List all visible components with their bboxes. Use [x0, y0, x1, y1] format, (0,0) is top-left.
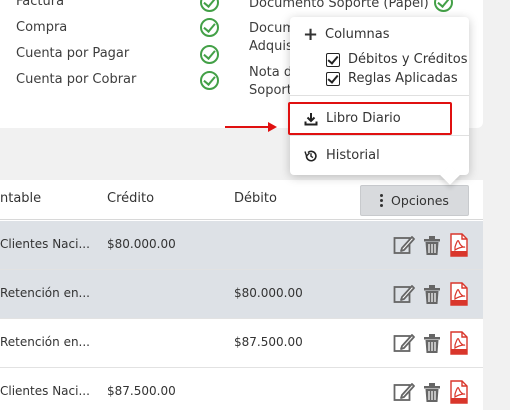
- doc-label-documento-soporte: Documento Soporte (Papel): [249, 0, 429, 11]
- checkbox-checked-icon[interactable]: [326, 52, 340, 67]
- doc-label-nota-soporte-line2: Soport: [249, 83, 291, 98]
- header-debit: Débito: [234, 191, 277, 206]
- table-header: ntable Crédito Débito Opciones: [0, 180, 483, 220]
- options-button[interactable]: Opciones: [360, 185, 469, 216]
- cell-account: Retención en...: [0, 286, 90, 300]
- pdf-file-icon[interactable]: [448, 331, 470, 355]
- doc-label-compra: Compra: [16, 20, 68, 35]
- trash-icon[interactable]: [421, 282, 443, 306]
- cell-debit: $80.000.00: [234, 286, 303, 300]
- menu-columns-header[interactable]: + Columnas: [303, 23, 390, 45]
- check-circle-icon[interactable]: [200, 45, 219, 64]
- header-credit: Crédito: [107, 191, 155, 206]
- check-circle-icon[interactable]: [200, 18, 219, 37]
- table-row: Retención en... $80.000.00: [0, 270, 483, 319]
- edit-pencil-icon[interactable]: [393, 380, 415, 404]
- cell-credit: $80.000.00: [107, 237, 176, 251]
- table-row: Retención en... $87.500.00: [0, 319, 483, 368]
- doc-label-documento-adquisicion-line2: Adquisic: [249, 39, 291, 54]
- doc-label-nota-soporte-line1: Nota d: [249, 65, 291, 80]
- check-circle-icon[interactable]: [200, 71, 219, 90]
- menu-divider: [290, 135, 469, 136]
- menu-divider: [290, 95, 469, 96]
- menu-option-debits-credits[interactable]: Débitos y Créditos: [326, 52, 467, 67]
- doc-label-cuenta-por-pagar: Cuenta por Pagar: [16, 46, 130, 61]
- checkbox-checked-icon[interactable]: [326, 71, 340, 86]
- header-account: ntable: [0, 191, 42, 206]
- table-row: Clientes Naci... $87.500.00: [0, 368, 483, 410]
- annotation-arrow-line: [225, 126, 270, 128]
- plus-icon: +: [303, 23, 319, 45]
- pdf-file-icon[interactable]: [448, 380, 470, 404]
- cell-account: Clientes Naci...: [0, 384, 90, 398]
- edit-pencil-icon[interactable]: [393, 233, 415, 257]
- menu-option-rules[interactable]: Reglas Aplicadas: [326, 71, 458, 86]
- menu-option-rules-label: Reglas Aplicadas: [348, 71, 458, 86]
- menu-item-historial[interactable]: Historial: [304, 148, 380, 163]
- options-button-label: Opciones: [391, 193, 449, 208]
- trash-icon[interactable]: [421, 380, 443, 404]
- annotation-arrow-icon: [268, 122, 277, 132]
- right-gutter: [483, 0, 510, 410]
- accounting-entries-table: ntable Crédito Débito Opciones Clientes …: [0, 180, 483, 410]
- menu-option-debits-credits-label: Débitos y Créditos: [348, 52, 468, 67]
- trash-icon[interactable]: [421, 331, 443, 355]
- trash-icon[interactable]: [421, 233, 443, 257]
- edit-pencil-icon[interactable]: [393, 331, 415, 355]
- cell-account: Retención en...: [0, 335, 90, 349]
- history-icon: [304, 150, 317, 162]
- kebab-menu-icon: [380, 194, 384, 207]
- pdf-file-icon[interactable]: [448, 233, 470, 257]
- doc-label-cuenta-por-cobrar: Cuenta por Cobrar: [16, 72, 137, 87]
- cell-debit: $87.500.00: [234, 335, 303, 349]
- table-row: Clientes Naci... $80.000.00: [0, 221, 483, 270]
- menu-item-historial-label: Historial: [326, 148, 380, 163]
- edit-pencil-icon[interactable]: [393, 282, 415, 306]
- doc-label-documento-adquisicion-line1: Documento: [249, 21, 291, 36]
- options-dropdown-menu: + Columnas Débitos y Créditos Reglas Apl…: [290, 17, 469, 175]
- cell-account: Clientes Naci...: [0, 237, 90, 251]
- doc-label-factura: Factura: [16, 0, 65, 9]
- cell-credit: $87.500.00: [107, 384, 176, 398]
- pdf-file-icon[interactable]: [448, 282, 470, 306]
- annotation-highlight-box: [288, 102, 452, 135]
- menu-columns-label: Columnas: [325, 27, 390, 42]
